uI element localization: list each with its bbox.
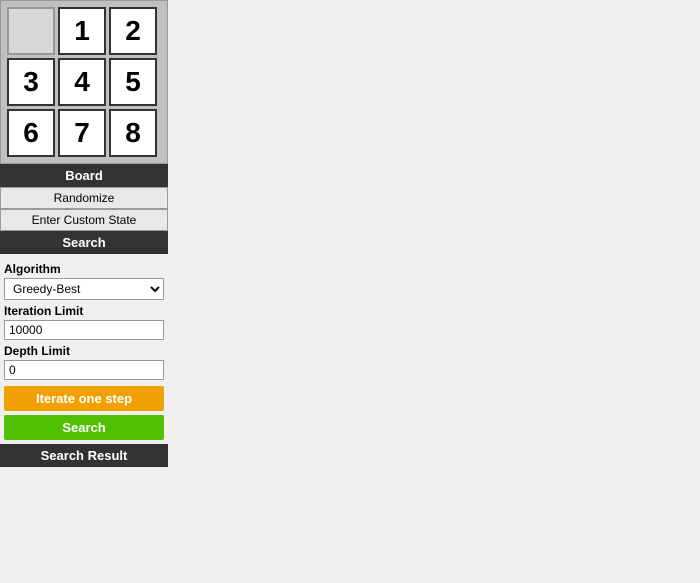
depth-limit-input[interactable] [4, 360, 164, 380]
depth-limit-label: Depth Limit [4, 344, 164, 358]
board-cell-0 [7, 7, 55, 55]
search-button[interactable]: Search [4, 415, 164, 440]
board-cell-7: 7 [58, 109, 106, 157]
board-cell-4: 4 [58, 58, 106, 106]
app-container: 1 2 3 4 5 6 7 8 Board Randomize Enter Cu… [0, 0, 168, 475]
board-cell-6: 6 [7, 109, 55, 157]
search-result-section-header: Search Result [0, 444, 168, 467]
board-cell-3: 3 [7, 58, 55, 106]
enter-custom-state-button[interactable]: Enter Custom State [0, 209, 168, 231]
algorithm-select[interactable]: Greedy-Best A* BFS DFS Dijkstra [4, 278, 164, 300]
board-container: 1 2 3 4 5 6 7 8 [0, 0, 168, 164]
randomize-button[interactable]: Randomize [0, 187, 168, 209]
board-cell-5: 5 [109, 58, 157, 106]
iteration-limit-label: Iteration Limit [4, 304, 164, 318]
board-grid: 1 2 3 4 5 6 7 8 [7, 7, 161, 157]
board-cell-2: 2 [109, 7, 157, 55]
board-section-header: Board [0, 164, 168, 187]
board-cell-8: 8 [109, 109, 157, 157]
iterate-one-step-button[interactable]: Iterate one step [4, 386, 164, 411]
iteration-limit-input[interactable] [4, 320, 164, 340]
result-panel [0, 467, 168, 475]
algorithm-label: Algorithm [4, 262, 164, 276]
search-panel: Algorithm Greedy-Best A* BFS DFS Dijkstr… [0, 254, 168, 444]
search-section-header: Search [0, 231, 168, 254]
board-cell-1: 1 [58, 7, 106, 55]
